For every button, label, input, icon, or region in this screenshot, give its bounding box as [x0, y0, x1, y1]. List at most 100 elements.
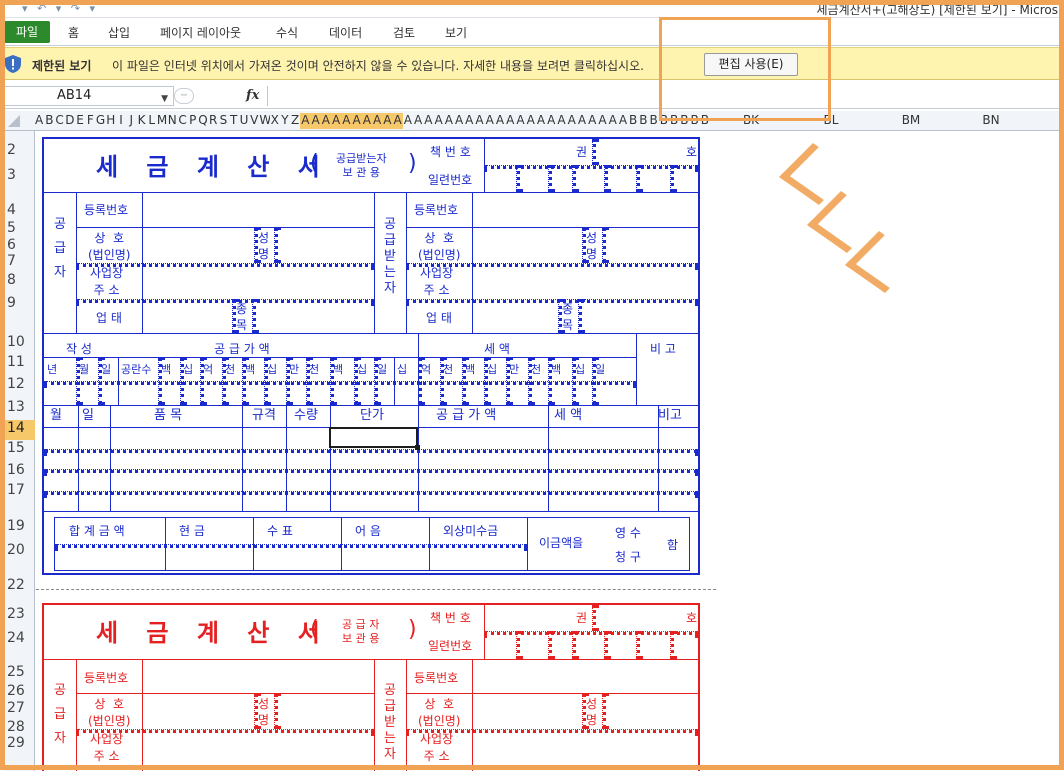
row-header[interactable]: 25 [5, 664, 35, 684]
column-header-bm[interactable]: BM [872, 113, 950, 129]
column-header[interactable]: R [208, 113, 218, 129]
column-header[interactable]: B [649, 113, 659, 129]
row-header[interactable]: 15 [5, 440, 35, 460]
quick-access-toolbar[interactable]: ▾ ↶ ▾ ↷ ▾ [22, 2, 98, 15]
selected-cell[interactable] [329, 427, 420, 450]
column-header[interactable]: A [546, 113, 556, 129]
column-header[interactable]: H [106, 113, 116, 129]
column-header[interactable]: A [464, 113, 474, 129]
row-header[interactable]: 24 [5, 630, 35, 650]
tab-review[interactable]: 검토 [393, 24, 415, 41]
tab-view[interactable]: 보기 [445, 24, 467, 41]
column-header[interactable]: N [167, 113, 177, 129]
column-header[interactable]: A [515, 113, 525, 129]
column-header[interactable]: A [403, 113, 413, 129]
column-header[interactable]: B [44, 113, 54, 129]
column-header[interactable]: A [392, 113, 403, 129]
row-header[interactable]: 9 [5, 295, 35, 315]
tab-file[interactable]: 파일 [4, 21, 50, 43]
column-header[interactable]: A [587, 113, 597, 129]
column-header[interactable]: U [239, 113, 249, 129]
column-header[interactable]: A [34, 113, 44, 129]
formula-expand-icon[interactable]: − [174, 88, 194, 104]
column-header[interactable]: S [218, 113, 228, 129]
column-header[interactable]: Q [198, 113, 208, 129]
column-header[interactable]: C [54, 113, 64, 129]
row-header[interactable]: 2 [5, 142, 35, 162]
column-header[interactable]: W [259, 113, 269, 129]
column-header[interactable]: A [300, 113, 311, 129]
column-header[interactable]: Z [290, 113, 300, 129]
column-header[interactable]: M [157, 113, 167, 129]
insert-function-icon[interactable]: fx [246, 88, 259, 103]
column-header[interactable]: A [382, 113, 393, 129]
column-header[interactable]: A [597, 113, 607, 129]
column-header[interactable]: P [188, 113, 198, 129]
column-header[interactable]: A [433, 113, 443, 129]
column-header[interactable]: A [351, 113, 362, 129]
column-header[interactable]: B [638, 113, 648, 129]
row-header[interactable]: 22 [5, 577, 35, 597]
row-header[interactable]: 10 [5, 334, 35, 354]
tab-formulas[interactable]: 수식 [276, 24, 298, 41]
column-header[interactable]: C [177, 113, 187, 129]
column-header[interactable]: K [136, 113, 146, 129]
row-header[interactable]: 13 [5, 399, 35, 419]
column-header[interactable]: E [75, 113, 85, 129]
column-header[interactable]: A [556, 113, 566, 129]
chevron-down-icon[interactable]: ▼ [161, 90, 168, 108]
row-header[interactable]: 23 [5, 606, 35, 626]
protected-view-message[interactable]: 이 파일은 인터넷 위치에서 가져온 것이며 안전하지 않을 수 있습니다. 자… [112, 57, 644, 74]
row-header[interactable]: 16 [5, 462, 35, 482]
column-header[interactable]: A [618, 113, 628, 129]
row-header[interactable]: 17 [5, 482, 35, 502]
column-header[interactable]: A [505, 113, 515, 129]
column-header[interactable]: A [495, 113, 505, 129]
column-header[interactable]: A [444, 113, 454, 129]
tab-page-layout[interactable]: 페이지 레이아웃 [160, 24, 241, 41]
row-header[interactable]: 19 [5, 518, 35, 538]
row-header[interactable]: 8 [5, 272, 35, 292]
column-header[interactable]: A [310, 113, 321, 129]
column-header[interactable]: A [536, 113, 546, 129]
tab-data[interactable]: 데이터 [329, 24, 362, 41]
select-all-corner[interactable] [8, 115, 20, 127]
worksheet-grid[interactable]: 세 금 계 산 서 ( 공급받는자 보 관 용 ) 책 번 호 일련번호 권 호… [36, 131, 1059, 771]
column-header[interactable]: B [628, 113, 638, 129]
column-header[interactable]: D [65, 113, 75, 129]
column-header[interactable]: A [361, 113, 372, 129]
column-header[interactable]: F [85, 113, 95, 129]
column-header[interactable]: A [331, 113, 342, 129]
row-header[interactable]: 29 [5, 735, 35, 755]
column-header[interactable]: G [95, 113, 105, 129]
column-header[interactable]: A [372, 113, 383, 129]
column-header[interactable]: J [126, 113, 136, 129]
row-header[interactable]: 3 [5, 167, 35, 187]
column-header[interactable]: Y [280, 113, 290, 129]
column-header[interactable]: V [249, 113, 259, 129]
tab-insert[interactable]: 삽입 [108, 24, 130, 41]
column-header[interactable]: T [229, 113, 239, 129]
column-header[interactable]: A [577, 113, 587, 129]
column-header[interactable]: A [526, 113, 536, 129]
column-header[interactable]: A [423, 113, 433, 129]
name-box[interactable]: AB14 ▼ [4, 86, 174, 106]
column-header[interactable]: A [413, 113, 423, 129]
column-header[interactable]: A [608, 113, 618, 129]
row-header[interactable]: 11 [5, 354, 35, 374]
protected-view-bar[interactable]: 제한된 보기 이 파일은 인터넷 위치에서 가져온 것이며 안전하지 않을 수 … [0, 47, 1064, 80]
column-header-bn[interactable]: BN [952, 113, 1030, 129]
column-header[interactable]: A [474, 113, 484, 129]
column-header[interactable]: L [147, 113, 157, 129]
row-header[interactable]: 7 [5, 253, 35, 273]
row-header[interactable]: 20 [5, 542, 35, 562]
column-header[interactable]: A [341, 113, 352, 129]
column-header[interactable]: A [567, 113, 577, 129]
column-header[interactable]: A [454, 113, 464, 129]
row-header[interactable]: 12 [5, 376, 35, 396]
row-header[interactable]: 27 [5, 700, 35, 720]
column-header[interactable]: A [485, 113, 495, 129]
column-header[interactable]: X [270, 113, 280, 129]
row-header[interactable]: 4 [5, 202, 35, 222]
row-header[interactable]: 14 [5, 420, 35, 440]
